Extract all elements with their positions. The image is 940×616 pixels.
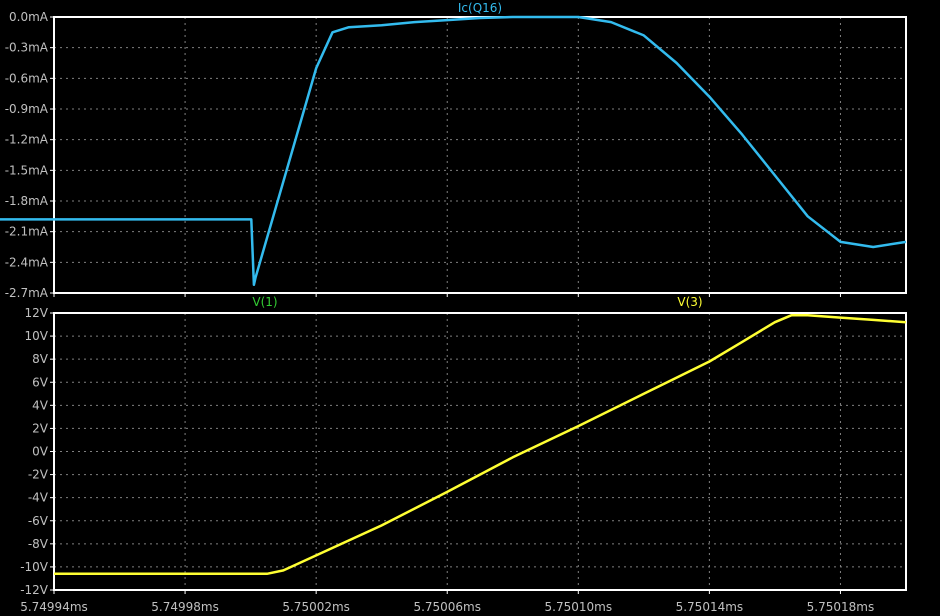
y-tick-label: -0.3mA: [5, 41, 49, 55]
y-tick-label: 12V: [25, 306, 49, 320]
y-tick-label: 6V: [32, 375, 49, 389]
y-tick-label: -8V: [28, 537, 49, 551]
y-tick-label: -2V: [28, 468, 49, 482]
y-tick-label: -1.5mA: [5, 163, 49, 177]
x-tick-label: 5.75014ms: [676, 600, 744, 614]
y-tick-label: 0V: [32, 445, 49, 459]
trace-v-3-: [54, 314, 907, 576]
x-tick-label: 5.74994ms: [20, 600, 88, 614]
y-tick-label: 10V: [25, 329, 49, 343]
trace-label[interactable]: V(1): [252, 295, 277, 309]
trace-label[interactable]: V(3): [677, 295, 702, 309]
x-tick-label: 5.75006ms: [413, 600, 481, 614]
x-tick-label: 5.74998ms: [151, 600, 219, 614]
y-tick-label: -0.9mA: [5, 102, 49, 116]
plot-pane-frame: [53, 16, 907, 294]
waveform-viewer: 0.0mA -0.3mA -0.6mA -0.9mA -1.2mA -1.5mA -1.8m…: [0, 1, 907, 614]
trace-label[interactable]: Ic(Q16): [458, 1, 502, 15]
x-tick-label: 5.75002ms: [282, 600, 350, 614]
y-tick-label: -10V: [20, 560, 49, 574]
y-tick-label: -0.6mA: [5, 71, 49, 85]
y-tick-label: -12V: [20, 583, 49, 597]
y-tick-label: -4V: [28, 491, 49, 505]
y-tick-label: 0.0mA: [9, 10, 49, 24]
y-tick-label: 4V: [32, 398, 49, 412]
y-tick-label: -2.4mA: [5, 255, 49, 269]
y-tick-label: -1.8mA: [5, 194, 49, 208]
y-tick-label: -1.2mA: [5, 133, 49, 147]
x-tick-label: 5.75018ms: [807, 600, 875, 614]
y-tick-label: 2V: [32, 421, 49, 435]
x-tick-label: 5.75010ms: [545, 600, 613, 614]
y-tick-label: -6V: [28, 514, 49, 528]
y-tick-label: -2.7mA: [5, 286, 49, 300]
trace-ic-q16-: [0, 15, 907, 287]
y-tick-label: -2.1mA: [5, 225, 49, 239]
y-tick-label: 8V: [32, 352, 49, 366]
